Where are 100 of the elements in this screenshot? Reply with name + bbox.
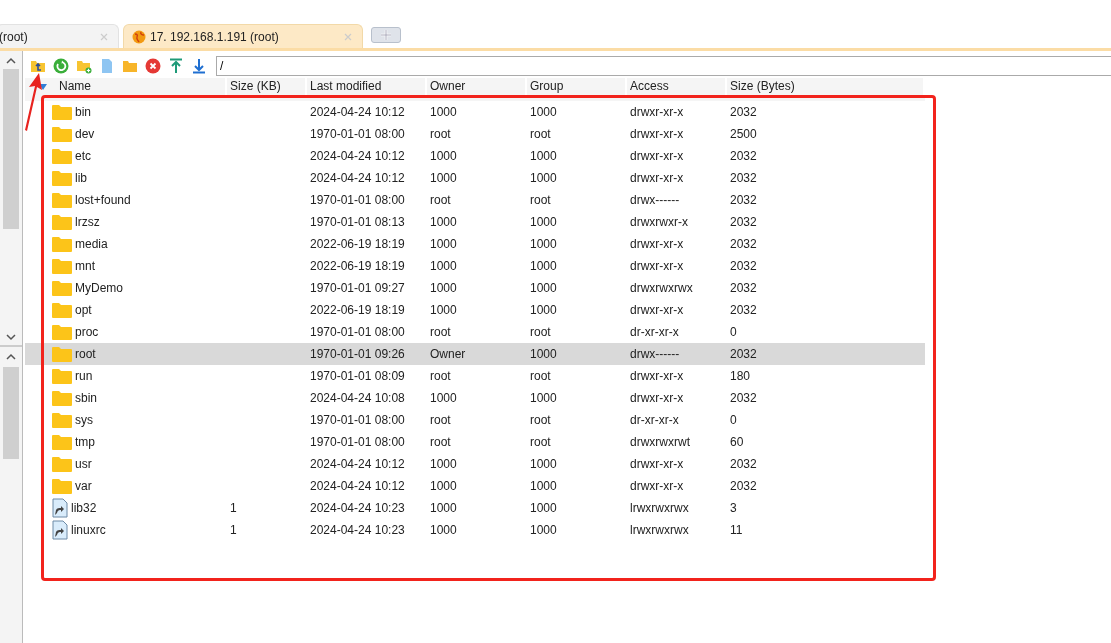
table-cell: 2032: [730, 171, 757, 185]
table-cell: 2024-04-24 10:12: [310, 457, 405, 471]
table-cell: 1000: [430, 457, 457, 471]
folder-icon: [51, 191, 73, 209]
table-cell: 1000: [530, 391, 557, 405]
table-cell: Owner: [430, 347, 466, 361]
file-row[interactable]: lib 2024-04-24 10:12 1000 1000 drwxr-xr-x 2032: [25, 167, 925, 189]
table-cell: 1000: [430, 215, 457, 229]
table-cell: drwxr-xr-x: [630, 391, 684, 405]
table-cell: lrwxrwxrwx: [630, 523, 689, 537]
table-cell: drwxr-xr-x: [630, 105, 684, 119]
file-row[interactable]: lrzsz 1970-01-01 08:13 1000 1000 drwxrwxr-x 2032: [25, 211, 925, 233]
tab[interactable]: (root): [0, 24, 119, 48]
scroll-up-icon[interactable]: [6, 353, 16, 361]
upload-icon[interactable]: [168, 58, 184, 74]
table-cell: 1000: [430, 303, 457, 317]
new-folder-icon[interactable]: [76, 58, 92, 74]
file-row[interactable]: bin 2024-04-24 10:12 1000 1000 drwxr-xr-x 2032: [25, 101, 925, 123]
table-cell: 1000: [530, 479, 557, 493]
table-cell: 2032: [730, 237, 757, 251]
table-cell: 2032: [730, 281, 757, 295]
table-cell: 1000: [430, 523, 457, 537]
column-header[interactable]: Last modified: [310, 79, 382, 93]
file-row[interactable]: proc 1970-01-01 08:00 root root dr-xr-xr-x 0: [25, 321, 925, 343]
file-name: var: [75, 479, 92, 493]
table-cell: 1: [230, 501, 237, 515]
close-icon[interactable]: [100, 32, 108, 41]
table-cell: 0: [730, 413, 737, 427]
file-row[interactable]: dev 1970-01-01 08:00 root root drwxr-xr-x 2500: [25, 123, 925, 145]
file-row[interactable]: MyDemo 1970-01-01 09:27 1000 1000 drwxrwxrwx 2032: [25, 277, 925, 299]
table-cell: drwxr-xr-x: [630, 457, 684, 471]
folder-icon[interactable]: [122, 58, 138, 74]
table-cell: root: [430, 369, 451, 383]
table-cell: 3: [730, 501, 737, 515]
file-name: mnt: [75, 259, 95, 273]
file-row[interactable]: lib32 1 2024-04-24 10:23 1000 1000 lrwxrwxrwx 3: [25, 497, 925, 519]
table-cell: 60: [730, 435, 744, 449]
new-tab-button[interactable]: [371, 27, 401, 43]
table-cell: root: [530, 435, 551, 449]
file-row[interactable]: sys 1970-01-01 08:00 root root dr-xr-xr-x 0: [25, 409, 925, 431]
folder-icon: [51, 433, 73, 451]
table-cell: 2032: [730, 215, 757, 229]
table-cell: root: [430, 193, 451, 207]
file-row[interactable]: opt 2022-06-19 18:19 1000 1000 drwxr-xr-x 2032: [25, 299, 925, 321]
table-cell: drwx------: [630, 193, 680, 207]
parent-folder-icon[interactable]: [30, 58, 46, 74]
table-cell: root: [430, 413, 451, 427]
table-cell: 1000: [430, 105, 457, 119]
column-header[interactable]: Access: [630, 79, 669, 93]
table-cell: 1000: [430, 479, 457, 493]
plus-icon: [381, 30, 391, 40]
folder-icon: [51, 389, 73, 407]
table-cell: root: [430, 127, 451, 141]
folder-icon: [51, 411, 73, 429]
file-row[interactable]: lost+found 1970-01-01 08:00 root root drwx------ 2032: [25, 189, 925, 211]
table-cell: drwxr-xr-x: [630, 303, 684, 317]
column-header[interactable]: Size (KB): [230, 79, 281, 93]
table-cell: 2032: [730, 347, 757, 361]
table-cell: 11: [730, 523, 743, 537]
file-icon[interactable]: [99, 58, 115, 74]
table-cell: root: [530, 369, 551, 383]
download-icon[interactable]: [191, 58, 207, 74]
file-row[interactable]: sbin 2024-04-24 10:08 1000 1000 drwxr-xr-x 2032: [25, 387, 925, 409]
column-header[interactable]: Name: [59, 79, 91, 93]
table-cell: 2032: [730, 391, 757, 405]
table-cell: 2032: [730, 303, 757, 317]
scrollbar-thumb[interactable]: [3, 367, 19, 459]
table-cell: 1970-01-01 09:26: [310, 347, 405, 361]
table-cell: 1970-01-01 08:00: [310, 193, 405, 207]
file-name: tmp: [75, 435, 95, 449]
scroll-up-icon[interactable]: [6, 57, 16, 65]
file-row[interactable]: root 1970-01-01 09:26 Owner 1000 drwx------ 2032: [25, 343, 925, 365]
table-cell: root: [530, 193, 551, 207]
file-row[interactable]: var 2024-04-24 10:12 1000 1000 drwxr-xr-x 2032: [25, 475, 925, 497]
file-row[interactable]: linuxrc 1 2024-04-24 10:23 1000 1000 lrwxrwxrwx 11: [25, 519, 925, 541]
scroll-down-icon[interactable]: [6, 333, 16, 341]
file-row[interactable]: tmp 1970-01-01 08:00 root root drwxrwxrwt 60: [25, 431, 925, 453]
delete-icon[interactable]: [145, 58, 161, 74]
table-cell: 1000: [430, 259, 457, 273]
table-cell: 1: [230, 523, 237, 537]
file-row[interactable]: media 2022-06-19 18:19 1000 1000 drwxr-xr-x 2032: [25, 233, 925, 255]
tab[interactable]: 17. 192.168.1.191 (root): [123, 24, 363, 48]
folder-icon: [51, 235, 73, 253]
file-row[interactable]: run 1970-01-01 08:09 root root drwxr-xr-x 180: [25, 365, 925, 387]
file-row[interactable]: etc 2024-04-24 10:12 1000 1000 drwxr-xr-x 2032: [25, 145, 925, 167]
shortcut-file-icon: [51, 520, 69, 540]
file-row[interactable]: usr 2024-04-24 10:12 1000 1000 drwxr-xr-x 2032: [25, 453, 925, 475]
folder-icon: [51, 301, 73, 319]
file-row[interactable]: mnt 2022-06-19 18:19 1000 1000 drwxr-xr-x 2032: [25, 255, 925, 277]
column-header[interactable]: Group: [530, 79, 564, 93]
column-header[interactable]: Size (Bytes): [730, 79, 795, 93]
scrollbar-thumb[interactable]: [3, 69, 19, 229]
folder-icon: [51, 103, 73, 121]
file-name: sys: [75, 413, 93, 427]
refresh-icon[interactable]: [53, 58, 69, 74]
path-field[interactable]: /: [216, 56, 1111, 76]
table-cell: 1000: [430, 171, 457, 185]
table-cell: 1000: [530, 347, 557, 361]
table-cell: 1970-01-01 08:00: [310, 413, 405, 427]
column-header[interactable]: Owner: [430, 79, 466, 93]
